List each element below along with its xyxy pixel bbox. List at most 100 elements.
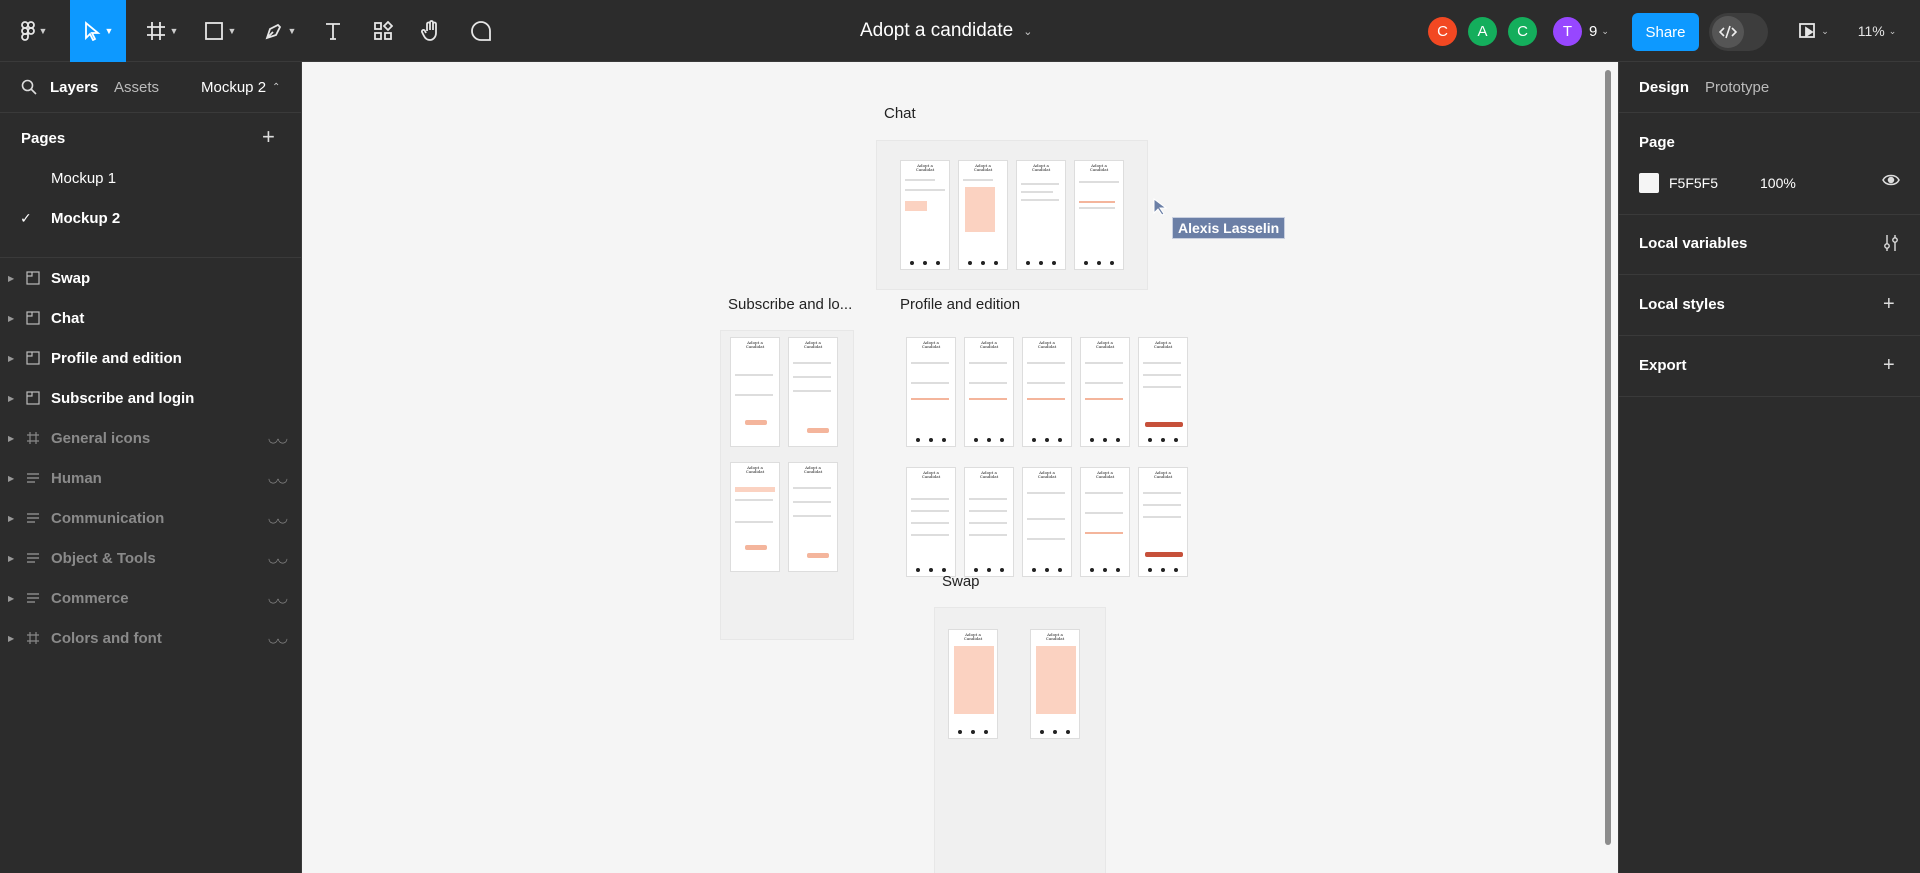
page-item-mockup-1[interactable]: Mockup 1 xyxy=(51,170,116,187)
mockup-screen[interactable]: Adopt a Candidat xyxy=(1080,337,1130,447)
mockup-screen[interactable]: Adopt a Candidat xyxy=(1138,467,1188,577)
avatar[interactable]: C xyxy=(1428,17,1457,46)
avatar[interactable]: T xyxy=(1553,17,1582,46)
collaborator-count-button[interactable]: 9 ⌄ xyxy=(1589,17,1609,46)
variables-settings-icon[interactable] xyxy=(1883,234,1899,257)
page-item-mockup-2[interactable]: Mockup 2 xyxy=(51,210,120,227)
tab-design[interactable]: Design xyxy=(1639,62,1689,112)
section-label-profile[interactable]: Profile and edition xyxy=(900,296,1020,313)
avatar-letter: C xyxy=(1517,23,1528,40)
chevron-up-icon: ⌃ xyxy=(272,81,281,93)
comment-tool-button[interactable] xyxy=(464,0,498,62)
page-opacity-value[interactable]: 100% xyxy=(1760,175,1796,191)
layer-swap[interactable]: ▶ Swap xyxy=(0,258,302,298)
mockup-screen[interactable]: Adopt a Candidat xyxy=(788,462,838,572)
mockup-screen[interactable]: Adopt a Candidat xyxy=(730,462,780,572)
section-label-chat[interactable]: Chat xyxy=(884,105,916,122)
chevron-down-icon: ⌄ xyxy=(1023,25,1033,38)
pen-tool-button[interactable]: ▼ xyxy=(258,0,302,62)
code-icon xyxy=(1712,16,1744,48)
mockup-screen[interactable]: Adopt a Candidat xyxy=(964,337,1014,447)
hidden-eye-icon[interactable]: ◡◡ xyxy=(268,471,288,485)
hand-icon xyxy=(421,20,437,41)
layer-object-and-tools[interactable]: ▶ Object & Tools ◡◡ xyxy=(0,538,302,578)
vertical-scrollbar[interactable] xyxy=(1605,70,1611,845)
hidden-eye-icon[interactable]: ◡◡ xyxy=(268,511,288,525)
add-export-button[interactable]: + xyxy=(1883,355,1895,375)
mockup-screen[interactable]: Adopt a Candidat xyxy=(964,467,1014,577)
mockup-screen[interactable]: Adopt a Candidat xyxy=(900,160,950,270)
layer-commerce[interactable]: ▶ Commerce ◡◡ xyxy=(0,578,302,618)
layer-general-icons[interactable]: ▶ General icons ◡◡ xyxy=(0,418,302,458)
section-label-subscribe[interactable]: Subscribe and lo... xyxy=(728,296,852,313)
chevron-down-icon: ▼ xyxy=(104,26,114,36)
layer-colors-and-font[interactable]: ▶ Colors and font ◡◡ xyxy=(0,618,302,658)
plus-icon: + xyxy=(262,124,275,149)
mockup-screen[interactable]: Adopt a Candidat xyxy=(1022,467,1072,577)
layer-communication[interactable]: ▶ Communication ◡◡ xyxy=(0,498,302,538)
mockup-screen[interactable]: Adopt a Candidat xyxy=(1074,160,1124,270)
section-label-swap[interactable]: Swap xyxy=(942,573,980,590)
frame-tool-button[interactable]: ▼ xyxy=(140,0,184,62)
hidden-eye-icon[interactable]: ◡◡ xyxy=(268,431,288,445)
search-layers-button[interactable] xyxy=(21,62,37,112)
add-page-button[interactable]: + xyxy=(262,124,275,150)
hidden-eye-icon[interactable]: ◡◡ xyxy=(268,591,288,605)
chevron-down-icon: ▼ xyxy=(227,26,237,36)
mockup-screen[interactable]: Adopt a Candidat xyxy=(1030,629,1080,739)
tab-prototype[interactable]: Prototype xyxy=(1705,62,1769,112)
export-heading: Export xyxy=(1639,357,1687,374)
mockup-screen[interactable]: Adopt a Candidat xyxy=(1138,337,1188,447)
frame-hash-icon xyxy=(25,430,41,446)
left-panel-tabs: Layers Assets Mockup 2 ⌃ xyxy=(0,62,302,112)
text-tool-button[interactable] xyxy=(316,0,350,62)
local-variables-heading[interactable]: Local variables xyxy=(1639,235,1747,252)
tab-assets[interactable]: Assets xyxy=(114,62,159,112)
dev-mode-toggle[interactable] xyxy=(1709,13,1768,51)
mockup-screen[interactable]: Adopt a Candidat xyxy=(788,337,838,447)
mockup-screen[interactable]: Adopt a Candidat xyxy=(1080,467,1130,577)
avatar[interactable]: A xyxy=(1468,17,1497,46)
layer-human[interactable]: ▶ Human ◡◡ xyxy=(0,458,302,498)
share-button[interactable]: Share xyxy=(1632,13,1699,51)
mockup-screen[interactable]: Adopt a Candidat xyxy=(906,467,956,577)
hidden-eye-icon[interactable]: ◡◡ xyxy=(268,551,288,565)
document-title[interactable]: Adopt a candidate ⌄ xyxy=(860,0,1032,62)
zoom-menu-button[interactable]: 11% ⌄ xyxy=(1852,0,1902,62)
tab-prototype-label: Prototype xyxy=(1705,78,1770,96)
hand-tool-button[interactable] xyxy=(414,0,448,62)
tab-layers[interactable]: Layers xyxy=(50,62,98,112)
expand-arrow-icon: ▶ xyxy=(8,633,15,643)
resources-tool-button[interactable] xyxy=(366,0,400,62)
mockup-screen[interactable]: Adopt a Candidat xyxy=(906,337,956,447)
play-present-icon xyxy=(1799,23,1816,38)
hidden-eye-icon[interactable]: ◡◡ xyxy=(268,631,288,645)
page-color-swatch[interactable] xyxy=(1639,173,1659,193)
present-button[interactable]: ⌄ xyxy=(1792,0,1836,62)
layer-chat[interactable]: ▶ Chat xyxy=(0,298,302,338)
page-switcher[interactable]: Mockup 2 ⌃ xyxy=(201,62,280,112)
left-panel: Layers Assets Mockup 2 ⌃ Pages + Mockup … xyxy=(0,62,302,873)
move-tool-button[interactable]: ▼ xyxy=(70,0,126,62)
add-style-button[interactable]: + xyxy=(1883,294,1895,314)
main-menu-button[interactable]: ▼ xyxy=(14,0,54,62)
shape-tool-button[interactable]: ▼ xyxy=(198,0,242,62)
layer-name: Communication xyxy=(51,509,165,527)
page-color-value[interactable]: F5F5F5 xyxy=(1669,175,1718,191)
layer-name: Commerce xyxy=(51,589,129,607)
layer-subscribe-and-login[interactable]: ▶ Subscribe and login xyxy=(0,378,302,418)
layer-name: Object & Tools xyxy=(51,549,156,567)
mockup-screen[interactable]: Adopt a Candidat xyxy=(1022,337,1072,447)
mockup-screen[interactable]: Adopt a Candidat xyxy=(958,160,1008,270)
divider xyxy=(1619,335,1920,336)
avatar-letter: T xyxy=(1562,23,1573,40)
expand-arrow-icon: ▶ xyxy=(8,473,15,483)
layer-profile-and-edition[interactable]: ▶ Profile and edition xyxy=(0,338,302,378)
avatar[interactable]: C xyxy=(1508,17,1537,46)
design-canvas[interactable]: Chat Adopt a Candidat Adopt a Candidat Ado… xyxy=(302,62,1618,873)
expand-arrow-icon: ▶ xyxy=(8,313,15,323)
mockup-screen[interactable]: Adopt a Candidat xyxy=(1016,160,1066,270)
mockup-screen[interactable]: Adopt a Candidat xyxy=(730,337,780,447)
visibility-eye-icon[interactable] xyxy=(1882,173,1900,192)
mockup-screen[interactable]: Adopt a Candidat xyxy=(948,629,998,739)
